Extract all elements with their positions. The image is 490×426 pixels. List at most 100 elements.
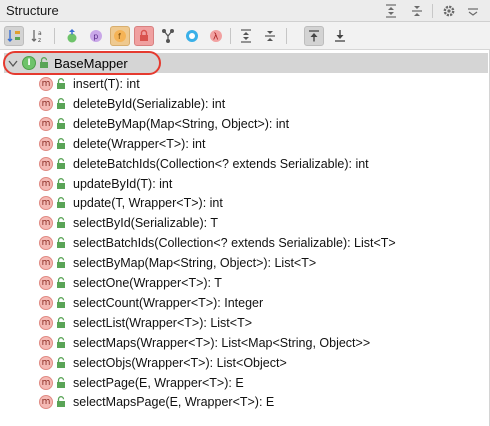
toolbar-separator [230,28,231,44]
method-icon: m [39,256,53,271]
svg-text:λ: λ [213,33,219,43]
method-row[interactable]: m selectBatchIds(Collection<? extends Ser… [0,233,490,253]
toolbar-separator [54,28,55,44]
method-signature: selectMapsPage(E, Wrapper<T>): E [73,395,275,410]
public-lock-icon [56,137,66,153]
method-signature: selectMaps(Wrapper<T>): List<Map<String,… [73,335,371,350]
method-signature: updateById(T): int [73,176,173,191]
svg-text:f: f [118,32,121,41]
method-row[interactable]: m deleteById(Serializable): int [0,94,490,114]
show-inherited-icon[interactable] [62,26,82,46]
autoscroll-to-source-icon[interactable] [304,26,324,46]
method-icon: m [39,335,53,350]
method-row[interactable]: m update(T, Wrapper<T>): int [0,193,490,213]
method-row[interactable]: m selectByMap(Map<String, Object>): List<… [0,253,490,273]
method-icon: m [39,355,53,370]
method-row[interactable]: m selectMaps(Wrapper<T>): List<Map<String… [0,333,490,353]
show-lambda-icon[interactable]: λ [206,26,226,46]
public-lock-icon [56,197,66,212]
show-fields-icon[interactable]: f [110,26,130,46]
autoscroll-from-source-icon[interactable] [330,26,350,46]
method-icon: m [39,315,53,330]
method-icon: m [39,375,53,390]
method-signature: selectById(Serializable): T [73,216,218,231]
collapse-all-icon[interactable] [408,2,426,20]
method-signature: selectList(Wrapper<T>): List<T> [73,315,253,330]
method-icon: m [39,196,53,211]
public-lock-icon [56,336,66,352]
show-non-public-icon[interactable] [134,26,154,46]
method-row[interactable]: m selectOne(Wrapper<T>): T [0,273,490,293]
method-row[interactable]: m selectMapsPage(E, Wrapper<T>): E [0,392,490,412]
show-properties-icon[interactable]: p [86,26,106,46]
public-lock-icon [56,157,66,173]
interface-icon: I [22,56,36,70]
method-row[interactable]: m deleteByMap(Map<String, Object>): int [0,114,490,134]
structure-panel: Structure a z p f λ I BaseMapper m inser… [0,0,490,426]
method-signature: delete(Wrapper<T>): int [73,136,206,151]
toolbar-separator [286,28,287,44]
method-icon: m [39,295,53,310]
method-row[interactable]: m selectPage(E, Wrapper<T>): E [0,373,490,393]
method-signature: insert(T): int [73,77,140,91]
public-lock-icon [56,316,66,332]
public-lock-icon [39,57,49,72]
svg-text:z: z [38,37,41,44]
method-icon: m [39,136,53,151]
method-icon: m [39,156,53,171]
method-row[interactable]: m delete(Wrapper<T>): int [0,134,490,154]
method-icon: m [39,216,53,231]
method-row[interactable]: m selectObjs(Wrapper<T>): List<Object> [0,353,490,373]
structure-toolbar: a z p f λ [0,22,490,50]
method-signature: selectCount(Wrapper<T>): Integer [73,295,264,310]
public-lock-icon [56,296,66,312]
collapse-all-icon[interactable] [260,26,280,46]
method-icon: m [39,395,53,410]
show-anonymous-classes-icon[interactable] [158,26,178,46]
chevron-down-icon[interactable] [8,58,18,72]
method-row[interactable]: m insert(T): int [0,74,490,94]
method-signature: deleteBatchIds(Collection<? extends Seri… [73,156,369,171]
public-lock-icon [56,396,66,411]
panel-header: Structure [0,0,490,22]
method-icon: m [39,176,53,191]
public-lock-icon [56,277,66,292]
method-row[interactable]: m selectList(Wrapper<T>): List<T> [0,313,490,333]
public-lock-icon [56,97,66,113]
method-signature: update(T, Wrapper<T>): int [73,196,223,211]
header-separator [432,4,433,18]
public-lock-icon [56,78,66,93]
public-lock-icon [56,356,66,372]
public-lock-icon [56,217,66,232]
public-lock-icon [56,237,66,252]
public-lock-icon [56,257,66,272]
sort-by-visibility-icon[interactable] [4,26,24,46]
sort-alphabetically-icon[interactable]: a z [28,26,48,46]
method-signature: selectPage(E, Wrapper<T>): E [73,375,244,390]
panel-title: Structure [6,3,59,18]
settings-gear-icon[interactable] [440,2,458,20]
expand-all-icon[interactable] [236,26,256,46]
tree-root-row[interactable]: I BaseMapper [0,51,490,75]
public-lock-icon [56,376,66,392]
method-signature: selectByMap(Map<String, Object>): List<T… [73,256,317,271]
method-icon: m [39,77,53,91]
root-interface-name: BaseMapper [54,56,128,71]
method-icon: m [39,236,53,251]
method-icon: m [39,96,53,111]
show-lambdas-icon[interactable] [182,26,202,46]
method-signature: deleteByMap(Map<String, Object>): int [73,116,290,131]
method-signature: deleteById(Serializable): int [73,96,226,111]
method-row[interactable]: m deleteBatchIds(Collection<? extends Ser… [0,154,490,174]
expand-all-icon[interactable] [382,2,400,20]
hide-panel-icon[interactable] [464,2,482,20]
method-row[interactable]: m updateById(T): int [0,174,490,194]
svg-text:a: a [38,30,42,37]
method-signature: selectObjs(Wrapper<T>): List<Object> [73,355,287,370]
method-icon: m [39,116,53,131]
public-lock-icon [56,117,66,133]
method-row[interactable]: m selectCount(Wrapper<T>): Integer [0,293,490,313]
method-row[interactable]: m selectById(Serializable): T [0,213,490,233]
method-signature: selectBatchIds(Collection<? extends Seri… [73,236,396,251]
svg-text:p: p [93,32,98,41]
